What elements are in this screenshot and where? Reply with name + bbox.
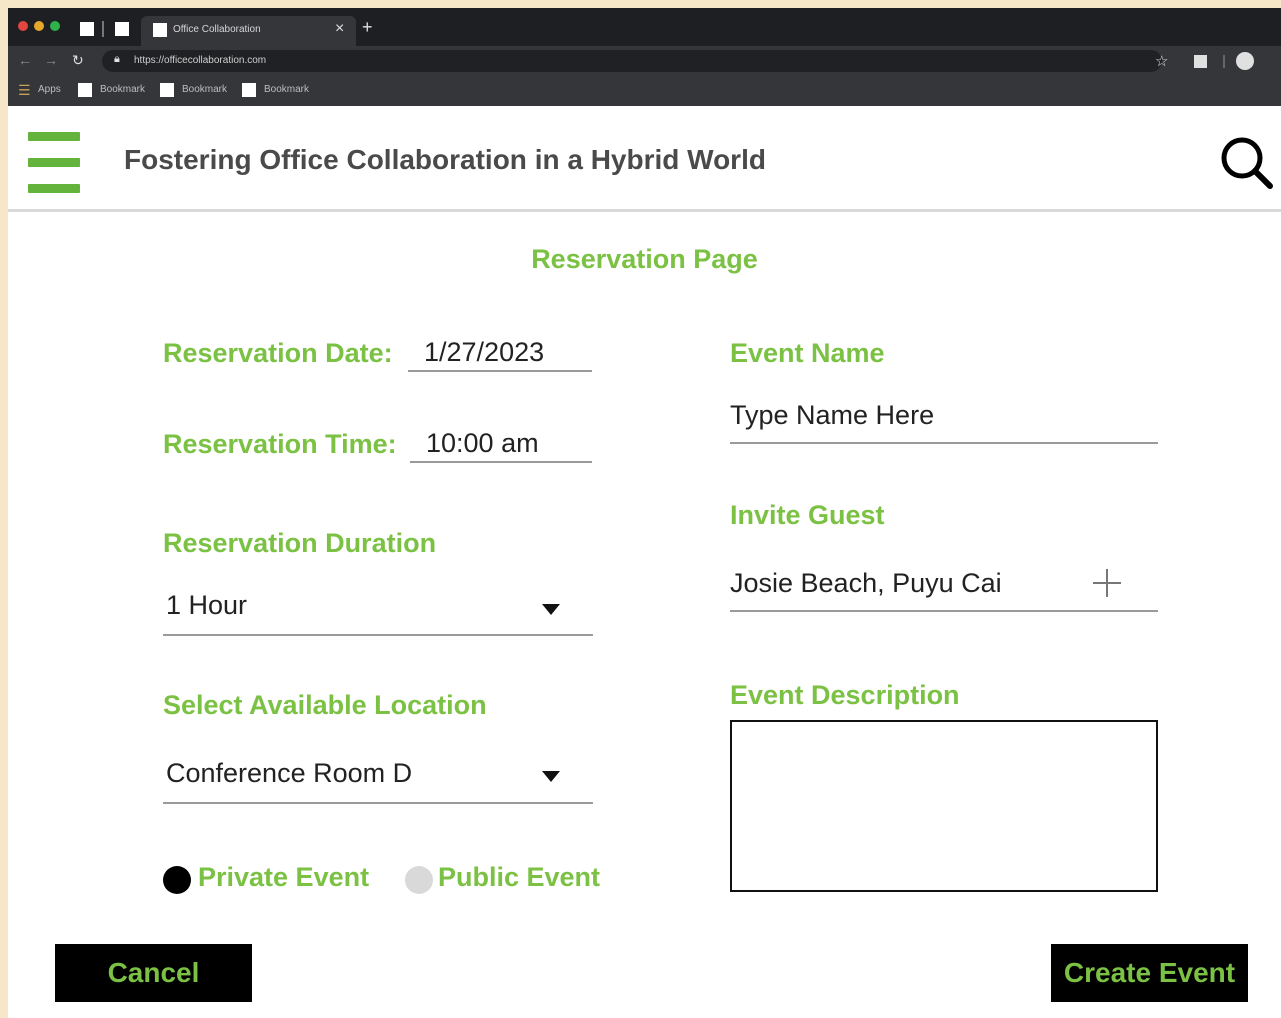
app-header: Fostering Office Collaboration in a Hybr… — [8, 106, 1281, 212]
maximize-window-icon[interactable] — [50, 21, 60, 31]
tab-close-icon[interactable]: × — [335, 20, 344, 38]
inactive-tab-icon[interactable] — [80, 22, 94, 36]
reservation-date-input[interactable]: 1/27/2023 — [408, 336, 592, 372]
inactive-tab-icon[interactable] — [115, 22, 129, 36]
browser-tab-active[interactable]: Office Collaboration × — [141, 16, 356, 46]
new-tab-icon[interactable]: + — [362, 17, 373, 38]
bookmark-item[interactable]: Bookmark — [100, 84, 145, 95]
browser-nav-bar: ← → ↻ 🔒︎ https://officecollaboration.com… — [8, 46, 1281, 76]
public-event-label: Public Event — [438, 862, 601, 892]
chevron-down-icon[interactable] — [542, 604, 560, 615]
chevron-down-icon[interactable] — [542, 771, 560, 782]
public-event-radio[interactable] — [405, 866, 433, 894]
cancel-button[interactable]: Cancel — [55, 944, 252, 1002]
event-description-label: Event Description — [730, 680, 960, 710]
bookmark-favicon-icon — [160, 83, 174, 97]
browser-window: Office Collaboration × + ← → ↻ 🔒︎ https:… — [8, 8, 1281, 1018]
minimize-window-icon[interactable] — [34, 21, 44, 31]
private-event-radio[interactable] — [163, 866, 191, 894]
event-name-placeholder: Type Name Here — [730, 400, 935, 430]
event-name-label: Event Name — [730, 338, 885, 368]
reservation-duration-label: Reservation Duration — [163, 528, 437, 558]
location-label: Select Available Location — [163, 690, 487, 720]
hamburger-menu-icon[interactable] — [28, 132, 82, 194]
toolbar-divider — [1223, 55, 1225, 68]
forward-icon[interactable]: → — [44, 52, 58, 68]
bookmarks-bar: ☰ Apps Bookmark Bookmark Bookmark — [8, 76, 1281, 106]
back-icon[interactable]: ← — [18, 52, 32, 68]
private-event-label: Private Event — [198, 862, 370, 892]
reservation-time-label: Reservation Time: — [163, 429, 397, 459]
invite-guest-value: Josie Beach, Puyu Cai — [730, 568, 1002, 598]
extension-icon[interactable] — [1194, 55, 1207, 68]
tab-title: Office Collaboration — [173, 24, 261, 35]
location-selected-value: Conference Room D — [166, 758, 413, 788]
add-guest-plus-icon[interactable] — [1092, 568, 1122, 598]
bookmark-favicon-icon — [78, 83, 92, 97]
event-description-textarea[interactable] — [730, 720, 1158, 892]
bookmark-favicon-icon — [242, 83, 256, 97]
address-bar[interactable]: 🔒︎ https://officecollaboration.com — [102, 50, 1162, 72]
reservation-time-input[interactable]: 10:00 am — [410, 427, 592, 463]
duration-selected-value: 1 Hour — [166, 590, 248, 620]
create-event-button[interactable]: Create Event — [1051, 944, 1248, 1002]
lock-icon: 🔒︎ — [114, 53, 120, 65]
bookmark-apps[interactable]: Apps — [38, 84, 61, 95]
site-title: Fostering Office Collaboration in a Hybr… — [124, 144, 766, 175]
bookmark-item[interactable]: Bookmark — [182, 84, 227, 95]
favicon-icon — [153, 23, 167, 37]
reservation-date-label: Reservation Date: — [163, 338, 393, 368]
invite-guest-label: Invite Guest — [730, 500, 885, 530]
tab-divider — [102, 21, 104, 37]
apps-grid-icon[interactable]: ☰ — [18, 82, 31, 99]
browser-tab-strip: Office Collaboration × + — [8, 8, 1281, 46]
close-window-icon[interactable] — [18, 21, 28, 31]
bookmark-item[interactable]: Bookmark — [264, 84, 309, 95]
reload-icon[interactable]: ↻ — [72, 52, 84, 69]
bookmark-star-icon[interactable]: ☆ — [1155, 52, 1168, 70]
url-text: https://officecollaboration.com — [134, 55, 267, 66]
profile-avatar-icon[interactable] — [1236, 52, 1254, 70]
page-title: Reservation Page — [531, 244, 758, 274]
search-icon[interactable] — [1218, 134, 1274, 190]
